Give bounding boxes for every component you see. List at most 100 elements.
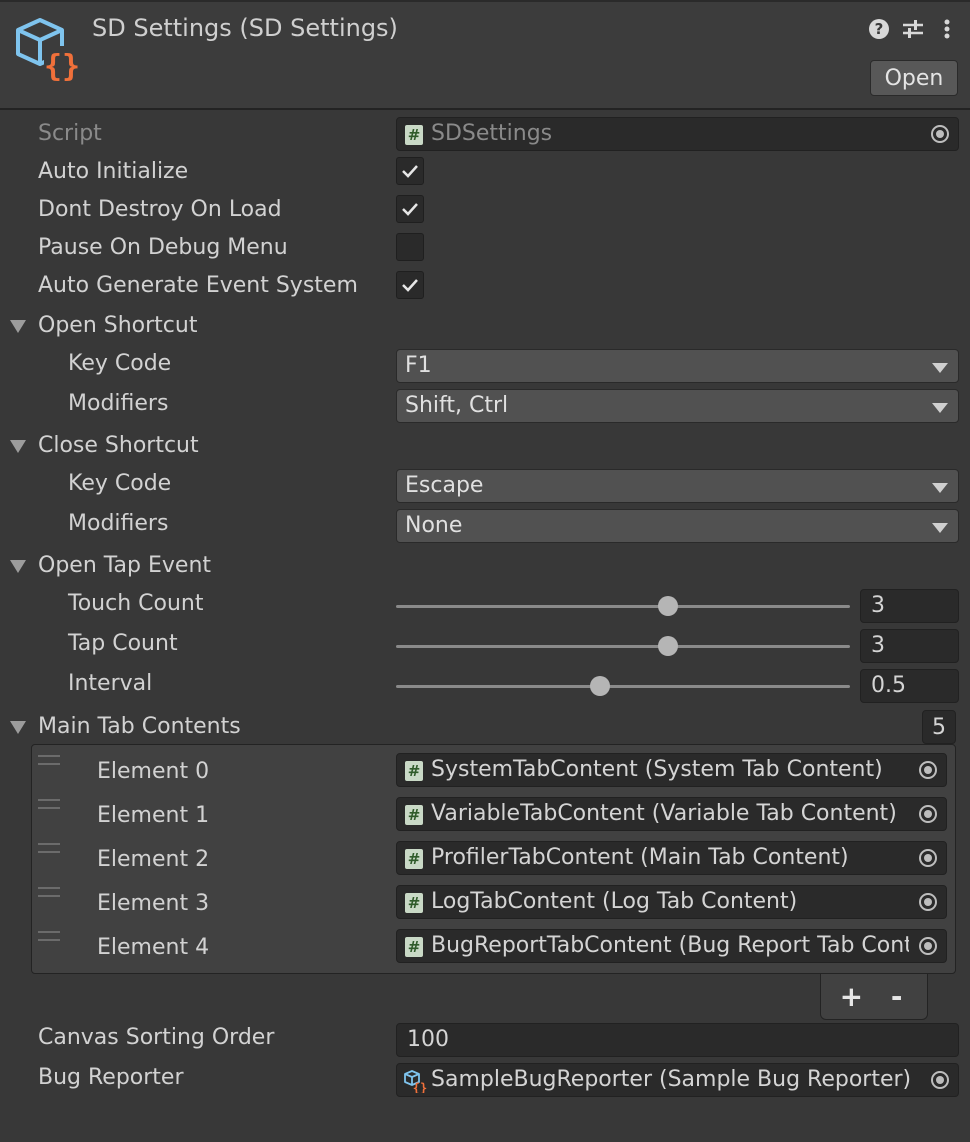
auto-generate-event-system-checkbox[interactable] [396, 271, 424, 299]
touch-count-field[interactable]: 3 [860, 589, 959, 623]
modifiers-label: Modifiers [68, 511, 169, 536]
foldout-arrow-icon[interactable] [10, 320, 26, 333]
element-object-field[interactable]: # VariableTabContent (Variable Tab Conte… [396, 797, 947, 831]
toggle-row: Auto Initialize [0, 155, 970, 191]
element-value: ProfilerTabContent (Main Tab Content) [431, 845, 849, 870]
element-label: Element 3 [97, 891, 210, 916]
key-code-row: Key Code F1 [0, 349, 970, 385]
element-label: Element 0 [97, 759, 210, 784]
object-picker-icon[interactable] [922, 1064, 958, 1096]
modifiers-row: Modifiers Shift, Ctrl [0, 389, 970, 425]
checkmark-icon [402, 165, 418, 178]
element-object-field[interactable]: # ProfilerTabContent (Main Tab Content) [396, 841, 947, 875]
bug-reporter-field[interactable]: {} SampleBugReporter (Sample Bug Reporte… [396, 1063, 959, 1097]
dropdown-arrow-icon [932, 483, 948, 493]
canvas-sorting-order-field[interactable]: 100 [396, 1023, 959, 1057]
close-key-code-dropdown[interactable]: Escape [396, 469, 959, 503]
tap-count-label: Tap Count [68, 631, 178, 656]
number-value: 0.5 [871, 673, 906, 698]
close-shortcut-foldout[interactable]: Close Shortcut [0, 429, 970, 465]
list-item: Element 3 # LogTabContent (Log Tab Conte… [32, 877, 955, 921]
list-item: Element 1 # VariableTabContent (Variable… [32, 789, 955, 833]
script-label: Script [38, 121, 102, 146]
script-icon: # [405, 805, 423, 825]
open-key-code-dropdown[interactable]: F1 [396, 349, 959, 383]
preset-icon[interactable] [900, 16, 926, 42]
close-modifiers-dropdown[interactable]: None [396, 509, 959, 543]
foldout-label: Close Shortcut [38, 433, 199, 458]
dont-destroy-on-load-checkbox[interactable] [396, 195, 424, 223]
slider-thumb[interactable] [658, 636, 679, 656]
element-object-field[interactable]: # LogTabContent (Log Tab Content) [396, 885, 947, 919]
object-picker-icon[interactable] [910, 754, 946, 786]
foldout-label: Open Shortcut [38, 313, 198, 338]
script-row: Script # SDSettings [0, 117, 970, 153]
element-label: Element 4 [97, 935, 210, 960]
list-item: Element 0 # SystemTabContent (System Tab… [32, 745, 955, 789]
foldout-arrow-icon[interactable] [10, 560, 26, 573]
svg-text:{}: {} [413, 1081, 427, 1093]
open-button[interactable]: Open [870, 60, 958, 96]
drag-handle-icon[interactable] [38, 843, 60, 853]
drag-handle-icon[interactable] [38, 887, 60, 897]
open-tap-event-foldout[interactable]: Open Tap Event [0, 549, 970, 585]
list-item: Element 2 # ProfilerTabContent (Main Tab… [32, 833, 955, 877]
list-size-field[interactable]: 5 [922, 710, 956, 744]
help-icon[interactable]: ? [866, 16, 892, 42]
interval-field[interactable]: 0.5 [860, 669, 959, 703]
slider-thumb[interactable] [658, 596, 679, 616]
toggle-label: Auto Initialize [38, 159, 189, 184]
key-code-row: Key Code Escape [0, 469, 970, 505]
element-value: VariableTabContent (Variable Tab Content… [431, 801, 897, 826]
canvas-sorting-order-label: Canvas Sorting Order [38, 1025, 275, 1050]
auto-initialize-checkbox[interactable] [396, 157, 424, 185]
scriptable-object-icon: {} [16, 18, 80, 82]
script-value: SDSettings [431, 121, 553, 146]
main-tab-contents-foldout[interactable]: Main Tab Contents [0, 710, 970, 746]
script-icon: # [405, 125, 423, 145]
interval-slider[interactable] [396, 685, 850, 688]
bug-reporter-row: Bug Reporter {} SampleBugReporter (Sampl… [0, 1063, 970, 1099]
drag-handle-icon[interactable] [38, 931, 60, 941]
reorderable-list: Element 0 # SystemTabContent (System Tab… [31, 744, 956, 974]
field-value: 100 [407, 1027, 449, 1052]
bug-reporter-value: SampleBugReporter (Sample Bug Reporter) [431, 1067, 912, 1092]
element-object-field[interactable]: # SystemTabContent (System Tab Content) [396, 753, 947, 787]
element-object-field[interactable]: # BugReportTabContent (Bug Report Tab Co… [396, 929, 947, 963]
drag-handle-icon[interactable] [38, 755, 60, 765]
svg-text:?: ? [875, 20, 884, 38]
touch-count-slider[interactable] [396, 605, 850, 608]
list-item: Element 4 # BugReportTabContent (Bug Rep… [32, 921, 955, 965]
more-menu-icon[interactable] [934, 16, 960, 42]
open-modifiers-dropdown[interactable]: Shift, Ctrl [396, 389, 959, 423]
list-footer: + - [820, 974, 928, 1020]
script-icon: # [405, 849, 423, 869]
foldout-label: Main Tab Contents [38, 714, 241, 739]
script-field[interactable]: # SDSettings [396, 117, 959, 151]
modifiers-label: Modifiers [68, 391, 169, 416]
svg-text:{}: {} [44, 49, 80, 82]
dropdown-arrow-icon [932, 403, 948, 413]
foldout-arrow-icon[interactable] [10, 440, 26, 453]
object-picker-icon[interactable] [910, 798, 946, 830]
object-picker-icon[interactable] [922, 118, 958, 150]
tap-count-slider[interactable] [396, 645, 850, 648]
foldout-arrow-icon[interactable] [10, 721, 26, 734]
script-icon: # [405, 893, 423, 913]
toggle-row: Dont Destroy On Load [0, 193, 970, 229]
tap-count-field[interactable]: 3 [860, 629, 959, 663]
inspector-header: {} SD Settings (SD Settings) ? Open [0, 0, 970, 110]
open-shortcut-foldout[interactable]: Open Shortcut [0, 309, 970, 345]
drag-handle-icon[interactable] [38, 799, 60, 809]
toggle-row: Auto Generate Event System [0, 269, 970, 305]
object-picker-icon[interactable] [910, 930, 946, 962]
interval-row: Interval 0.5 [0, 669, 970, 705]
element-value: SystemTabContent (System Tab Content) [431, 757, 883, 782]
add-element-button[interactable]: + [836, 980, 866, 1013]
script-icon: # [405, 937, 423, 957]
object-picker-icon[interactable] [910, 842, 946, 874]
pause-on-debug-menu-checkbox[interactable] [396, 233, 424, 261]
object-picker-icon[interactable] [910, 886, 946, 918]
slider-thumb[interactable] [590, 676, 611, 696]
remove-element-button[interactable]: - [882, 980, 912, 1013]
